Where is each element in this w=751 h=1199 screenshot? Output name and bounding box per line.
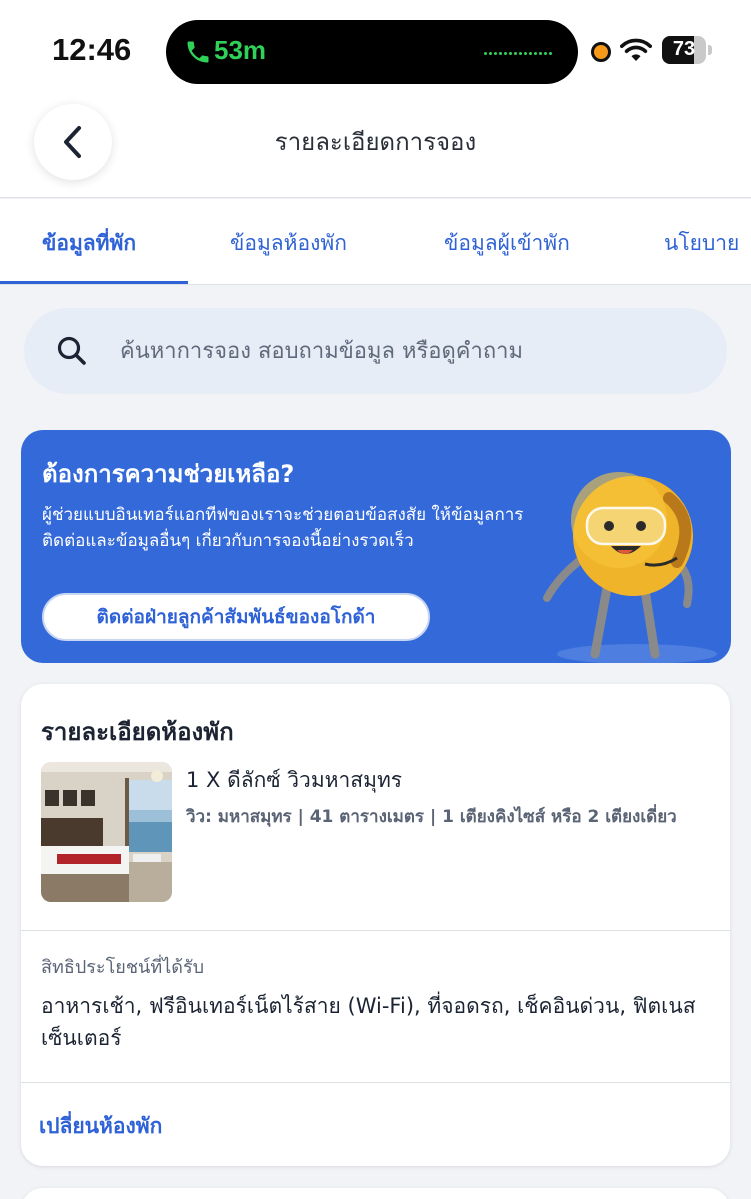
- room-details-card: รายละเอียดห้องพัก 1 X ดีลักซ์ วิวมหาสมุท…: [21, 684, 730, 1166]
- active-tab-indicator: [0, 281, 188, 284]
- status-bar: 12:46 53m 73: [0, 0, 751, 104]
- tab-guest-info[interactable]: ข้อมูลผู้เข้าพัก: [444, 227, 570, 260]
- next-card: [21, 1188, 730, 1199]
- page-title: รายละเอียดการจอง: [274, 128, 477, 156]
- tab-room-info[interactable]: ข้อมูลห้องพัก: [230, 227, 347, 260]
- tab-property-info[interactable]: ข้อมูลที่พัก: [42, 227, 136, 260]
- tab-bar: ข้อมูลที่พัก ข้อมูลห้องพัก ข้อมูลผู้เข้า…: [0, 199, 751, 285]
- status-time: 12:46: [52, 32, 132, 67]
- search-input[interactable]: [120, 308, 710, 394]
- privacy-dot-icon: [591, 42, 611, 62]
- battery-level: 73: [672, 38, 696, 60]
- wifi-icon: [620, 38, 652, 61]
- benefits-list: อาหารเช้า, ฟรีอินเทอร์เน็ตไร้สาย (Wi-Fi)…: [41, 994, 696, 1050]
- battery-icon: 73: [662, 36, 712, 64]
- divider: [21, 1082, 730, 1083]
- room-info: วิว: มหาสมุทร | 41 ตารางเมตร | 1 เตียงคิ…: [186, 807, 677, 827]
- search-bar[interactable]: [24, 308, 727, 394]
- support-mascot-illustration: [543, 472, 717, 663]
- room-photo[interactable]: [41, 762, 172, 902]
- change-room-link[interactable]: เปลี่ยนห้องพัก: [39, 1110, 162, 1143]
- dynamic-island-call[interactable]: 53m: [166, 20, 578, 84]
- room-name: 1 X ดีลักซ์ วิวมหาสมุทร: [186, 768, 403, 792]
- help-title: ต้องการความช่วยเหลือ?: [42, 460, 295, 488]
- help-description: ผู้ช่วยแบบอินเทอร์แอกทีฟของเราจะช่วยตอบข…: [42, 505, 524, 551]
- divider: [21, 930, 730, 931]
- header: รายละเอียดการจอง: [0, 104, 751, 198]
- call-duration: 53m: [214, 35, 267, 65]
- tab-policy[interactable]: นโยบาย: [664, 227, 739, 260]
- room-details-heading: รายละเอียดห้องพัก: [41, 718, 234, 746]
- help-banner: ต้องการความช่วยเหลือ? ผู้ช่วยแบบอินเทอร์…: [21, 430, 731, 663]
- benefits-label: สิทธิประโยชน์ที่ได้รับ: [41, 957, 205, 978]
- waveform-icon: [484, 48, 556, 58]
- contact-support-button[interactable]: ติดต่อฝ่ายลูกค้าสัมพันธ์ของอโกด้า: [42, 593, 430, 641]
- search-icon: [57, 336, 86, 365]
- phone-icon: [187, 41, 209, 63]
